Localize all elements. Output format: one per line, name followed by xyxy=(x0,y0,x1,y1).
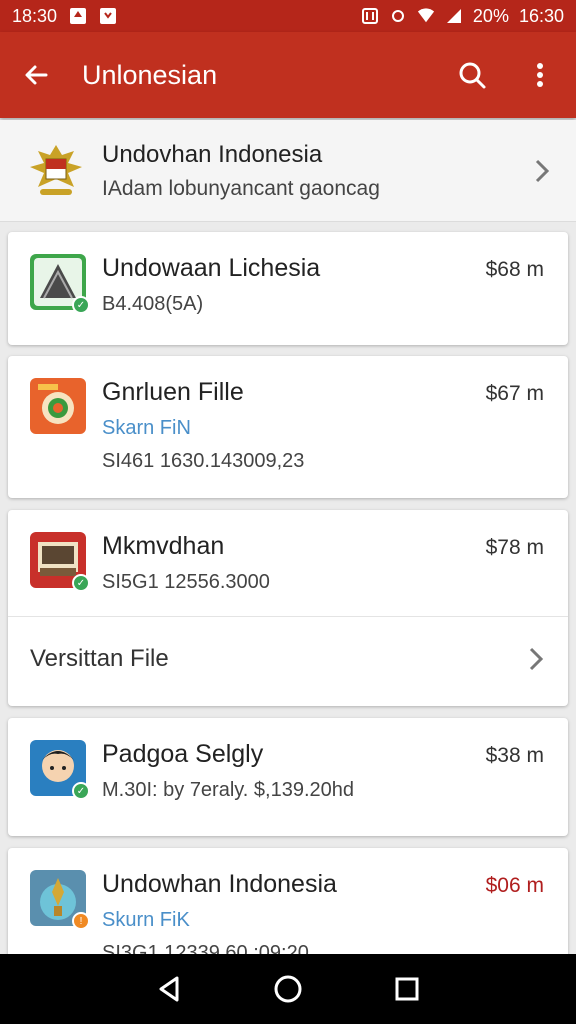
search-button[interactable] xyxy=(452,55,492,95)
app-bar: Unlonesian xyxy=(0,32,576,118)
status-time-left: 18:30 xyxy=(12,5,58,26)
nav-back-button[interactable] xyxy=(149,969,189,1009)
nav-home-button[interactable] xyxy=(268,969,308,1009)
app-icon: ✓ xyxy=(30,254,90,314)
brightness-icon xyxy=(389,7,407,25)
app-title: Unlonesian xyxy=(82,59,218,90)
item-subtitle: M.30I: by 7eraly. $,139.20hd xyxy=(102,779,355,801)
item-size: $68 m xyxy=(485,258,544,281)
item-link[interactable]: Skarn FiN xyxy=(102,417,546,440)
list-item[interactable]: Gnrluen Fille Skarn FiN SI461 1630.14300… xyxy=(8,356,568,473)
item-link[interactable]: Skurn FiK xyxy=(102,909,546,932)
list-item[interactable]: ✓ Undowaan Lichesia B4.408(5A) $68 m xyxy=(8,232,568,316)
list-card[interactable]: ✓ Mkmvdhan SI5G1 12556.3000 $78 m Versit… xyxy=(8,510,568,706)
system-nav-bar xyxy=(0,954,576,1024)
nfc-icon xyxy=(361,7,379,25)
recents-square-icon xyxy=(395,977,419,1001)
warning-badge-icon: ! xyxy=(72,912,90,930)
search-icon xyxy=(459,62,486,89)
app-icon: ✓ xyxy=(30,532,90,592)
list-card[interactable]: ✓ Undowaan Lichesia B4.408(5A) $68 m xyxy=(8,232,568,345)
nav-recents-button[interactable] xyxy=(387,969,427,1009)
header-subtitle: IAdam lobunyancant gaoncag xyxy=(102,176,380,200)
download-notification-icon xyxy=(99,7,117,25)
item-size: $38 m xyxy=(485,744,544,767)
chevron-right-icon xyxy=(535,159,550,182)
list-item[interactable]: ! Undowhan Indonesia Skurn FiK SI3G1 123… xyxy=(8,848,568,965)
collection-header[interactable]: Undovhan Indonesia IAdam lobunyancant ga… xyxy=(0,120,576,222)
overflow-menu-button[interactable] xyxy=(520,55,560,95)
item-size: $67 m xyxy=(485,382,544,405)
chevron-right-icon xyxy=(529,647,544,670)
notification-icon xyxy=(69,7,87,25)
item-subtitle: SI5G1 12556.3000 xyxy=(102,571,270,593)
verified-badge-icon: ✓ xyxy=(72,782,90,800)
item-subtitle: SI461 1630.143009,23 xyxy=(102,450,305,472)
item-subtitle: B4.408(5A) xyxy=(102,293,204,315)
item-title: Padgoa Selgly xyxy=(102,740,264,768)
app-icon: ✓ xyxy=(30,740,90,800)
wifi-icon xyxy=(417,7,435,25)
back-arrow-icon xyxy=(25,65,48,85)
list-item[interactable]: ✓ Padgoa Selgly M.30I: by 7eraly. $,139.… xyxy=(8,718,568,802)
header-title: Undovhan Indonesia xyxy=(102,140,323,168)
item-title: Undowaan Lichesia xyxy=(102,254,321,282)
list-item[interactable]: ✓ Mkmvdhan SI5G1 12556.3000 $78 m xyxy=(8,510,568,594)
item-title: Undowhan Indonesia xyxy=(102,870,337,898)
item-title: Gnrluen Fille xyxy=(102,378,244,406)
garuda-emblem-icon xyxy=(30,144,82,195)
version-file-row[interactable]: Versittan File xyxy=(8,616,568,700)
version-file-label: Versittan File xyxy=(30,644,169,672)
item-size: $78 m xyxy=(485,536,544,559)
app-icon xyxy=(30,378,86,434)
back-button[interactable] xyxy=(16,55,56,95)
battery-percent: 20% xyxy=(472,5,509,26)
app-icon: ! xyxy=(30,870,90,930)
home-circle-icon xyxy=(274,975,302,1003)
signal-icon xyxy=(445,7,463,25)
verified-badge-icon: ✓ xyxy=(72,296,90,314)
back-triangle-icon xyxy=(159,976,179,1002)
status-clock: 16:30 xyxy=(518,5,564,26)
item-size: $06 m xyxy=(485,874,544,897)
status-bar: 18:30 20% 16:30 xyxy=(0,0,576,32)
list-card[interactable]: Gnrluen Fille Skarn FiN SI461 1630.14300… xyxy=(8,356,568,498)
more-vert-icon xyxy=(537,63,543,87)
verified-badge-icon: ✓ xyxy=(72,574,90,592)
list-card[interactable]: ✓ Padgoa Selgly M.30I: by 7eraly. $,139.… xyxy=(8,718,568,836)
item-title: Mkmvdhan xyxy=(102,532,225,560)
